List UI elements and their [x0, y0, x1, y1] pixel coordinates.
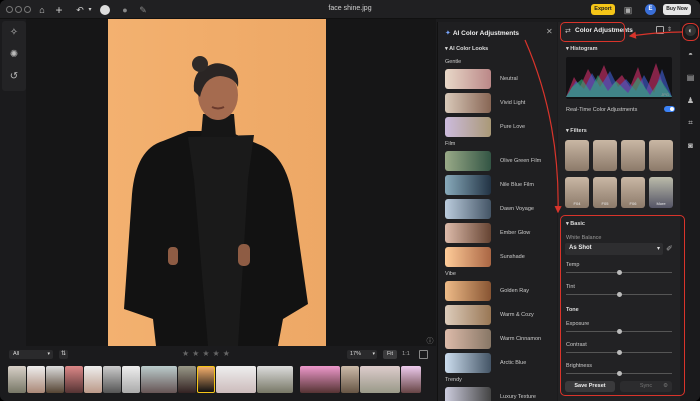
- app-window: ⌂ + ↶ ▾ ● ✎ face shine.jpg Export ▣ E Bu…: [0, 0, 700, 401]
- annotation-arrows: [524, 31, 683, 214]
